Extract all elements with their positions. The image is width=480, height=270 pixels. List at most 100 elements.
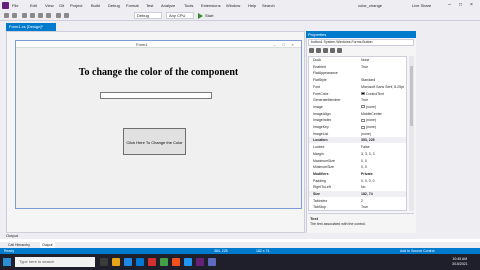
property-value[interactable]: 0, 0 <box>361 158 367 164</box>
property-row[interactable]: Dock None <box>309 57 406 63</box>
platform-dropdown[interactable]: Any CPU <box>166 12 194 19</box>
property-value[interactable]: No <box>361 184 365 190</box>
taskbar-search-input[interactable]: Type here to search <box>15 257 95 267</box>
property-row[interactable]: ImageIndex (none) <box>309 117 406 123</box>
menu-item-test[interactable]: Test <box>146 3 153 8</box>
property-value[interactable]: True <box>361 204 368 210</box>
property-value[interactable]: Microsoft Sans Serif, 8.25pt <box>361 84 404 90</box>
start-play-icon[interactable] <box>198 13 203 19</box>
property-row[interactable]: FlatStyle Standard <box>309 77 406 83</box>
property-row[interactable]: MinimumSize 0, 0 <box>309 164 406 170</box>
property-row[interactable]: Margin 3, 3, 3, 3 <box>309 151 406 157</box>
form1-window[interactable]: Form1 – □ × To change the color of the c… <box>15 40 302 209</box>
live-share-button[interactable]: Live Share <box>412 3 431 8</box>
properties-scroll-thumb[interactable] <box>410 66 413 126</box>
property-pages-icon[interactable] <box>337 48 342 53</box>
menu-item-build[interactable]: Build <box>91 3 100 8</box>
property-row[interactable]: ForeColor ControlText <box>309 91 406 97</box>
back-icon[interactable] <box>4 13 9 18</box>
property-row[interactable]: Modifiers Private <box>309 171 406 177</box>
property-row[interactable]: TabStop True <box>309 204 406 210</box>
properties-object-selector[interactable]: button1 System.Windows.Forms.Button <box>308 39 414 46</box>
chrome-icon[interactable] <box>160 258 168 266</box>
menu-item-window[interactable]: Window <box>226 3 240 8</box>
forward-icon[interactable] <box>12 13 17 18</box>
property-value[interactable]: 0, 0, 0, 0 <box>361 178 375 184</box>
property-row[interactable]: Size 182, 74 <box>309 191 406 197</box>
property-row[interactable]: Enabled True <box>309 64 406 70</box>
property-row[interactable]: Image (none) <box>309 104 406 110</box>
property-value[interactable]: True <box>361 97 368 103</box>
open-icon[interactable] <box>30 13 35 18</box>
property-value[interactable]: ControlText <box>361 91 384 97</box>
menu-item-help[interactable]: Help <box>248 3 256 8</box>
categorized-icon[interactable] <box>309 48 314 53</box>
taskbar-clock[interactable]: 10:45 AM 3/15/2021 <box>452 257 468 267</box>
menu-item-edit[interactable]: Edit <box>30 3 37 8</box>
redo-icon[interactable] <box>64 13 69 18</box>
office-icon[interactable] <box>172 258 180 266</box>
property-row[interactable]: GenerateMember True <box>309 97 406 103</box>
property-row[interactable]: ImageAlign MiddleCenter <box>309 111 406 117</box>
property-row[interactable]: TabIndex 2 <box>309 198 406 204</box>
file-explorer-icon[interactable] <box>112 258 120 266</box>
visual-studio-task-icon[interactable] <box>196 258 204 266</box>
minimize-icon[interactable]: – <box>445 2 454 9</box>
app-icon[interactable] <box>148 258 156 266</box>
word-icon[interactable] <box>184 258 192 266</box>
property-row[interactable]: MaximumSize 0, 0 <box>309 158 406 164</box>
color-textbox[interactable] <box>100 92 212 99</box>
menu-item-analyze[interactable]: Analyze <box>161 3 175 8</box>
menu-item-git[interactable]: Git <box>59 3 64 8</box>
menu-item-file[interactable]: File <box>12 3 18 8</box>
events-icon[interactable] <box>330 48 335 53</box>
alphabetical-icon[interactable] <box>316 48 321 53</box>
tab-form1-design[interactable]: Form1.cs [Design]* <box>6 23 56 31</box>
start-button[interactable]: Start <box>205 13 213 18</box>
menu-item-format[interactable]: Format <box>126 3 139 8</box>
task-view-icon[interactable] <box>100 258 108 266</box>
menu-item-project[interactable]: Project <box>70 3 82 8</box>
property-value[interactable]: False <box>361 144 370 150</box>
property-value[interactable]: 3, 3, 3, 3 <box>361 151 375 157</box>
menu-item-tools[interactable]: Tools <box>184 3 193 8</box>
property-value[interactable]: (none) <box>361 124 376 130</box>
property-value[interactable]: True <box>361 64 368 70</box>
property-value[interactable]: MiddleCenter <box>361 111 382 117</box>
change-color-button[interactable]: Click Here To Change the Color <box>123 128 186 155</box>
menu-item-view[interactable]: View <box>45 3 54 8</box>
property-row[interactable]: ImageKey (none) <box>309 124 406 130</box>
property-value[interactable]: (none) <box>361 117 376 123</box>
save-all-icon[interactable] <box>46 13 51 18</box>
properties-icon[interactable] <box>323 48 328 53</box>
property-row[interactable]: Locked False <box>309 144 406 150</box>
close-icon[interactable]: × <box>467 2 476 9</box>
form-heading-label[interactable]: To change the color of the component <box>16 67 301 78</box>
property-value[interactable]: 0, 0 <box>361 164 367 170</box>
property-row[interactable]: RightToLeft No <box>309 184 406 190</box>
menu-item-search[interactable]: Search <box>262 3 275 8</box>
property-row[interactable]: Padding 0, 0, 0, 0 <box>309 178 406 184</box>
property-value[interactable]: (none) <box>361 104 376 110</box>
menu-item-debug[interactable]: Debug <box>108 3 120 8</box>
save-icon[interactable] <box>38 13 43 18</box>
property-row[interactable]: Location 353, 225 <box>309 137 406 144</box>
new-project-icon[interactable] <box>22 13 27 18</box>
property-value[interactable]: 353, 225 <box>361 137 375 143</box>
mail-icon[interactable] <box>136 258 144 266</box>
property-value[interactable]: Private <box>361 171 373 177</box>
property-row[interactable]: Font Microsoft Sans Serif, 8.25pt <box>309 84 406 90</box>
undo-icon[interactable] <box>56 13 61 18</box>
windows-start-icon[interactable] <box>3 258 11 266</box>
property-value[interactable]: Standard <box>361 77 375 83</box>
maximize-icon[interactable]: □ <box>456 2 465 9</box>
property-value[interactable]: None <box>361 57 369 63</box>
property-value[interactable]: 2 <box>361 198 363 204</box>
menu-item-extensions[interactable]: Extensions <box>201 3 221 8</box>
edge-icon[interactable] <box>124 258 132 266</box>
property-value[interactable]: (none) <box>361 131 371 137</box>
teams-icon[interactable] <box>208 258 216 266</box>
config-dropdown[interactable]: Debug <box>134 12 162 19</box>
property-row[interactable]: FlatAppearance <box>309 70 406 76</box>
property-row[interactable]: ImageList (none) <box>309 131 406 137</box>
